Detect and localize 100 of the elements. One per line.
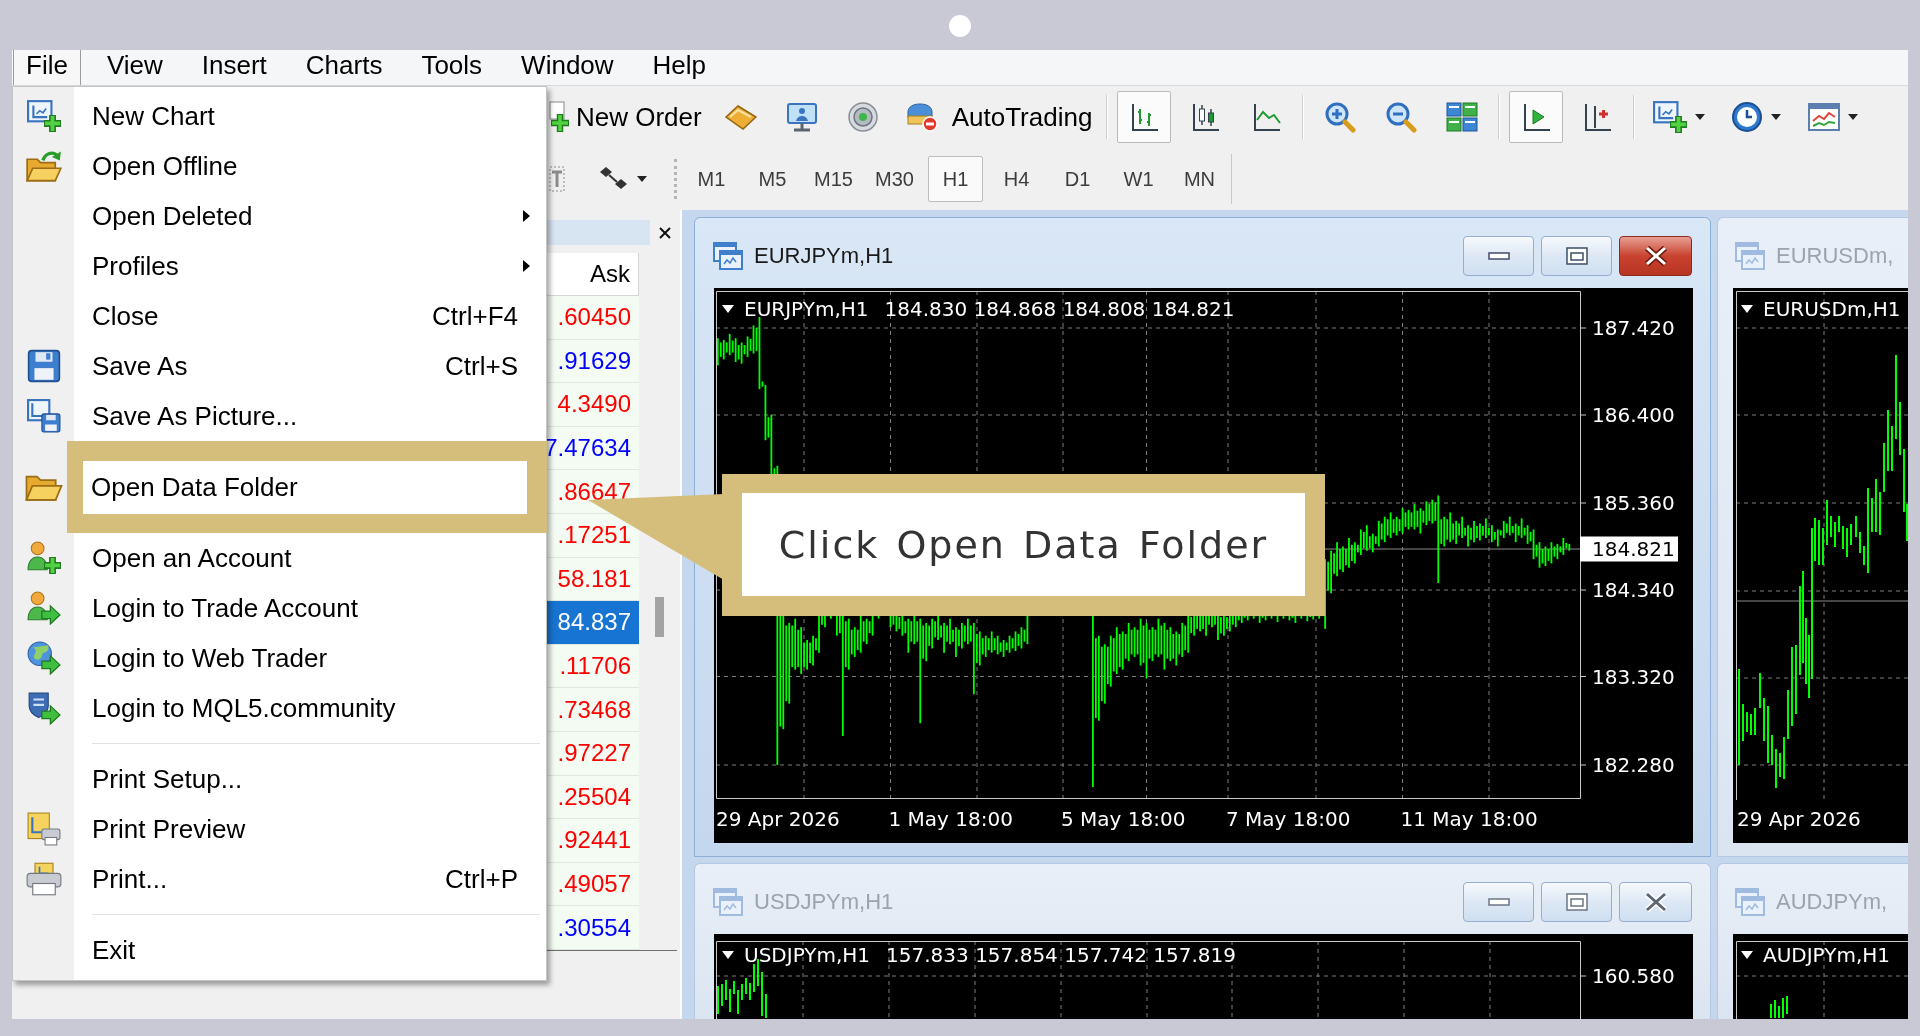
submenu-arrow-icon	[523, 260, 530, 272]
maximize-button[interactable]	[1541, 882, 1612, 922]
close-button[interactable]	[1619, 236, 1692, 276]
chart-floppy-icon	[26, 399, 61, 433]
ask-price-cell[interactable]: 58.181	[547, 557, 639, 602]
minimize-button[interactable]	[1463, 236, 1534, 276]
ohlc-values: 157.833 157.854 157.742 157.819	[886, 943, 1236, 967]
menu-item[interactable]: Save As Picture...	[13, 391, 546, 441]
diamond-icon	[724, 103, 757, 131]
close-icon	[1643, 245, 1668, 267]
menu-item[interactable]: New Chart	[13, 91, 546, 141]
shortcut-label: Ctrl+P	[445, 863, 518, 895]
ask-price-cell[interactable]: 7.47634	[547, 426, 639, 471]
ask-price-cell[interactable]: .25504	[547, 775, 639, 820]
menu-bar-item[interactable]: Window	[508, 50, 627, 85]
price-axis-label: 182.280	[1592, 753, 1675, 777]
scrollbar-thumb[interactable]	[655, 597, 664, 637]
menu-bar-item[interactable]: File	[13, 50, 81, 85]
ask-price-cell[interactable]: .49057	[547, 862, 639, 907]
ask-price-cell[interactable]: .30554	[547, 906, 639, 950]
new-order-button[interactable]: New Order	[548, 91, 707, 143]
time-axis-label: 29 Apr 2026	[1737, 807, 1861, 831]
ask-price-cell[interactable]: .60450	[547, 296, 639, 340]
price-axis-label: 184.340	[1592, 578, 1675, 602]
shield-arrow-icon	[26, 691, 61, 725]
ask-price-cell[interactable]: .11706	[547, 644, 639, 689]
window-title: USDJPYm,H1	[754, 889, 895, 915]
ask-price-cell[interactable]: .73468	[547, 688, 639, 732]
chart-window-icon	[1735, 242, 1765, 270]
timeframe-tab[interactable]: M30	[867, 156, 922, 202]
timeframe-tab[interactable]: W1	[1111, 156, 1166, 202]
price-axis-label: 186.400	[1592, 403, 1675, 427]
text-tool-icon[interactable]	[549, 166, 565, 192]
user-add-icon	[26, 541, 61, 575]
window-title: EURUSDm,	[1776, 243, 1894, 269]
menu-item[interactable]: Print Setup...	[13, 754, 546, 804]
folder-icon	[24, 473, 63, 501]
timeframe-tab[interactable]: M5	[745, 156, 800, 202]
linked-diamonds-icon	[599, 166, 629, 192]
menu-item[interactable]: Print Preview	[13, 804, 546, 854]
menu-item[interactable]: Login to Web Trader	[13, 633, 546, 683]
window-title: AUDJPYm,	[1776, 889, 1889, 915]
time-axis-label: 7 May 18:00	[1226, 807, 1351, 831]
ask-price-cell[interactable]: .92441	[547, 819, 639, 863]
menu-item[interactable]: Open Data Folder	[67, 441, 547, 533]
document-plus-icon	[549, 101, 571, 133]
menu-item[interactable]: Profiles	[13, 241, 546, 291]
chart-type-button[interactable]	[1117, 91, 1172, 143]
price-axis-label: 160.580	[1592, 964, 1675, 988]
close-icon	[659, 226, 671, 239]
timeframe-tab[interactable]: M15	[806, 156, 861, 202]
ask-price-cell[interactable]: .97227	[547, 731, 639, 776]
menu-item[interactable]: Open Offline	[13, 141, 546, 191]
menu-bar-item[interactable]: Insert	[188, 50, 280, 85]
chart-window-icon	[1735, 888, 1765, 916]
caret-icon	[1741, 951, 1753, 959]
timeframe-tab[interactable]: MN	[1172, 156, 1227, 202]
template-icon	[1808, 103, 1841, 131]
ask-price-cell[interactable]: 4.3490	[547, 383, 639, 427]
maximize-button[interactable]	[1541, 236, 1612, 276]
menu-item[interactable]: Exit	[13, 925, 546, 975]
caret-icon	[1771, 114, 1782, 120]
auto-scroll-button[interactable]	[1509, 91, 1564, 143]
tile-grid-icon	[1446, 102, 1479, 132]
time-axis-label: 1 May 18:00	[888, 807, 1013, 831]
zoom-in-icon	[1324, 101, 1357, 133]
price-axis-label: 185.360	[1592, 491, 1675, 515]
ohlc-values: 184.830 184.868 184.808 184.821	[884, 297, 1235, 321]
chart-symbol: EURJPYm,H1	[744, 297, 869, 321]
menu-bar-item[interactable]: Help	[639, 50, 720, 85]
shortcut-label: Ctrl+F4	[432, 300, 518, 332]
timeframe-tab[interactable]: H1	[928, 156, 983, 202]
menu-item[interactable]: Login to MQL5.community	[13, 683, 546, 733]
ask-price-cell[interactable]: .17251	[547, 513, 639, 558]
ask-price-cell[interactable]: 84.837	[547, 601, 639, 645]
time-axis-label: 5 May 18:00	[1061, 807, 1186, 831]
menu-item[interactable]: Close Ctrl+F4	[13, 291, 546, 341]
minimize-icon	[1487, 252, 1510, 260]
menu-bar-item[interactable]: View	[93, 50, 176, 85]
maximize-icon	[1565, 893, 1588, 911]
caret-icon	[722, 951, 734, 959]
menu-item[interactable]: Open Deleted	[13, 191, 546, 241]
timeframe-tab[interactable]: H4	[989, 156, 1044, 202]
minimize-button[interactable]	[1463, 882, 1534, 922]
menu-bar-item[interactable]: Tools	[408, 50, 496, 85]
ask-price-cell[interactable]: .91629	[547, 339, 639, 384]
menu-bar-item[interactable]: Charts	[292, 50, 396, 85]
timeframe-tab[interactable]: M1	[684, 156, 739, 202]
auto-trading-button[interactable]: AutoTrading	[896, 91, 1098, 143]
menu-item[interactable]: Login to Trade Account	[13, 583, 546, 633]
menu-item[interactable]: Print... Ctrl+P	[13, 854, 546, 904]
price-axis-label: 187.420	[1592, 316, 1675, 340]
menu-item[interactable]: Open an Account	[13, 533, 546, 583]
timeframe-tab[interactable]: D1	[1050, 156, 1105, 202]
zoom-out-icon	[1385, 101, 1418, 133]
folder-arrow-icon	[25, 149, 62, 183]
chart-symbol: EURUSDm,H1	[1763, 297, 1901, 321]
menu-item[interactable]: Save As Ctrl+S	[13, 341, 546, 391]
caret-icon	[637, 176, 647, 182]
price-bars	[1770, 995, 1788, 1019]
